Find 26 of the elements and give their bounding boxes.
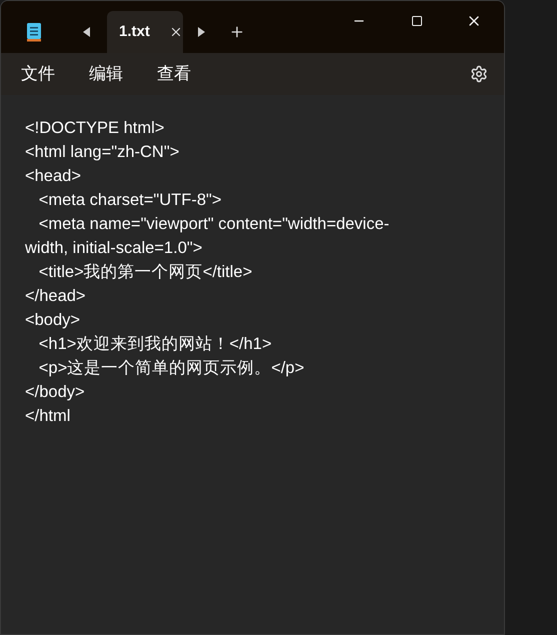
text-line: </body> xyxy=(25,382,86,403)
tab[interactable]: 1.txt xyxy=(107,11,183,53)
menu-item[interactable]: 文件 xyxy=(9,61,67,87)
left-triangle-icon xyxy=(83,27,91,37)
text-line: <title>我的第一个网页</title> xyxy=(38,262,254,283)
plus-icon xyxy=(229,24,245,40)
text-line: <h1>欢迎来到我的网站！</h1> xyxy=(38,334,273,355)
menu-item[interactable]: 查看 xyxy=(145,61,203,87)
text-line: width, initial-scale=1.0"> xyxy=(25,238,204,259)
text-line: <body> xyxy=(25,310,82,331)
text-line: <html lang="zh-CN"> xyxy=(25,142,180,163)
text-line: </head> xyxy=(25,286,87,307)
text-line: <meta charset="UTF-8"> xyxy=(38,190,222,211)
text-line: <!DOCTYPE html> xyxy=(25,118,166,139)
close-tab-icon[interactable] xyxy=(169,25,183,39)
notepad-icon xyxy=(26,22,42,42)
settings-icon xyxy=(470,65,488,83)
text-line: <head> xyxy=(25,166,82,187)
right-triangle-icon xyxy=(197,27,205,37)
text-editor[interactable] xyxy=(1,95,504,634)
menu-item[interactable]: 编辑 xyxy=(77,61,135,87)
text-line: <p>这是一个简单的网页示例。</p> xyxy=(38,358,306,379)
maximize-icon xyxy=(410,15,422,27)
tab-title: 1.txt xyxy=(119,22,150,42)
text-line: <meta name="viewport" content="width=device- xyxy=(38,214,390,235)
text-line: </html xyxy=(25,406,72,427)
